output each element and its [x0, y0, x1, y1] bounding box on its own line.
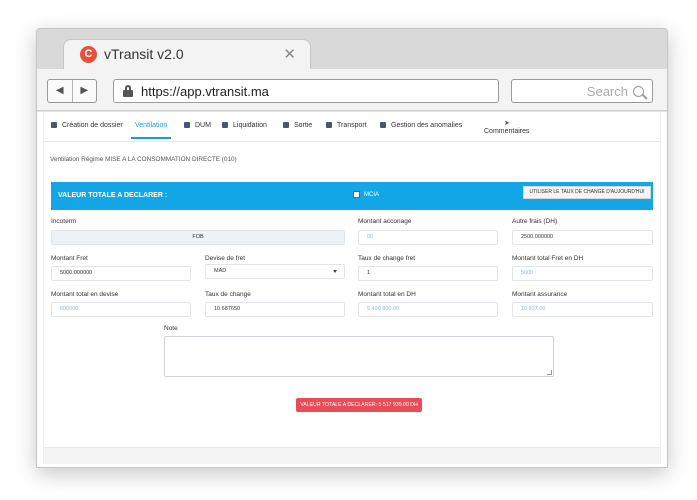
close-tab-icon[interactable]: ✕ [283, 45, 296, 63]
search-input[interactable]: Search [511, 79, 653, 103]
browser-toolbar: ◀ ▶ https://app.vtransit.ma Search [37, 69, 667, 111]
montant-acconage-input[interactable]: 00 [358, 230, 498, 245]
gear-icon [283, 122, 289, 128]
lock-icon [123, 85, 133, 97]
banner-title: VALEUR TOTALE A DECLARER : [58, 192, 168, 199]
montant-acconage-label: Montant acconage [358, 218, 412, 225]
back-arrow-icon[interactable]: ◀ [48, 80, 72, 102]
montant-total-fret-dh-input[interactable]: 5000 [512, 266, 653, 281]
taux-change-fret-input[interactable]: 1 [358, 266, 498, 281]
history-buttons: ◀ ▶ [47, 79, 97, 103]
paper-plane-icon: ➤ [504, 120, 510, 127]
autre-frais-label: Autre frais (DH) [512, 218, 558, 225]
browser-tab[interactable]: C vTransit v2.0 ✕ [63, 39, 311, 70]
taux-change-fret-label: Taux de change fret [358, 255, 416, 262]
devise-fret-label: Devise de fret [205, 255, 246, 262]
shield-icon [184, 122, 190, 128]
browser-window: C vTransit v2.0 ✕ ◀ ▶ https://app.vtrans… [36, 28, 668, 468]
forward-arrow-icon[interactable]: ▶ [71, 80, 97, 102]
url-text: https://app.vtransit.ma [141, 84, 269, 99]
bus-icon [326, 122, 332, 128]
total-declare-button[interactable]: VALEUR TOTALE A DECLARER: 5 517 939.00 D… [296, 398, 422, 412]
montant-fret-input[interactable]: 5000.000000 [51, 266, 191, 281]
note-label: Note [164, 325, 178, 332]
montant-total-dh-input[interactable]: 5 490 800.00 [358, 302, 498, 317]
nav-item-gestion-anomalies[interactable]: Gestion des anomalies [380, 122, 462, 129]
card-footer [44, 447, 660, 464]
nav-item-creation-dossier[interactable]: Création de dossier [51, 122, 123, 129]
folder-icon [51, 122, 57, 128]
montant-total-fret-dh-label: Montant total Fret en DH [512, 255, 584, 262]
nav-item-transport[interactable]: Transport [326, 122, 367, 129]
taux-change-input[interactable]: 10.687650 [205, 302, 345, 317]
montant-assurance-input[interactable]: 10 837.00 [512, 302, 653, 317]
montant-total-devise-label: Montant total en devise [51, 291, 119, 298]
nav-item-liquidation[interactable]: Liquidation [222, 122, 267, 129]
total-banner: VALEUR TOTALE A DECLARER : MCIA UTILISER… [51, 182, 653, 210]
nav-item-dum[interactable]: DUM [184, 122, 211, 129]
taux-change-label: Taux de change [205, 291, 251, 298]
note-textarea[interactable] [164, 336, 554, 377]
app-logo-icon: C [80, 46, 97, 63]
page-viewport: Création de dossier Ventilation DUM Liqu… [37, 112, 667, 467]
step-navigation: Création de dossier Ventilation DUM Liqu… [44, 112, 660, 142]
chevron-down-icon [333, 270, 337, 273]
car-icon [222, 122, 228, 128]
mcia-checkbox[interactable] [353, 191, 360, 198]
tab-title: vTransit v2.0 [104, 46, 184, 62]
nav-item-sortie[interactable]: Sortie [283, 122, 312, 129]
tab-strip: C vTransit v2.0 ✕ [37, 29, 667, 70]
montant-total-devise-input[interactable]: 500000 [51, 302, 191, 317]
use-today-rate-button[interactable]: UTILISER LE TAUX DE CHANGE D'AUJOURD'HUI [523, 186, 651, 199]
ventilation-card: Création de dossier Ventilation DUM Liqu… [43, 112, 661, 464]
page-subtitle: Ventilation Régime MISE A LA CONSOMMATIO… [50, 156, 237, 163]
calendar-icon [380, 122, 386, 128]
search-icon [633, 86, 644, 97]
incoterm-label: Incoterm [51, 218, 77, 225]
autre-frais-input[interactable]: 2500.000000 [512, 230, 653, 245]
address-bar[interactable]: https://app.vtransit.ma [113, 79, 499, 103]
incoterm-field: FOB [51, 230, 345, 245]
montant-fret-label: Montant Fret [51, 255, 88, 262]
search-placeholder: Search [586, 84, 628, 99]
resize-handle-icon[interactable] [547, 370, 552, 375]
nav-item-commentaires[interactable]: Commentaires [484, 128, 530, 135]
montant-total-dh-label: Montant total en DH [358, 291, 416, 298]
montant-assurance-label: Montant assurance [512, 291, 568, 298]
mcia-label: MCIA [364, 192, 379, 198]
devise-fret-value: MAD [214, 268, 227, 274]
nav-item-ventilation[interactable]: Ventilation [130, 122, 172, 139]
devise-fret-select[interactable]: MAD [205, 264, 345, 279]
